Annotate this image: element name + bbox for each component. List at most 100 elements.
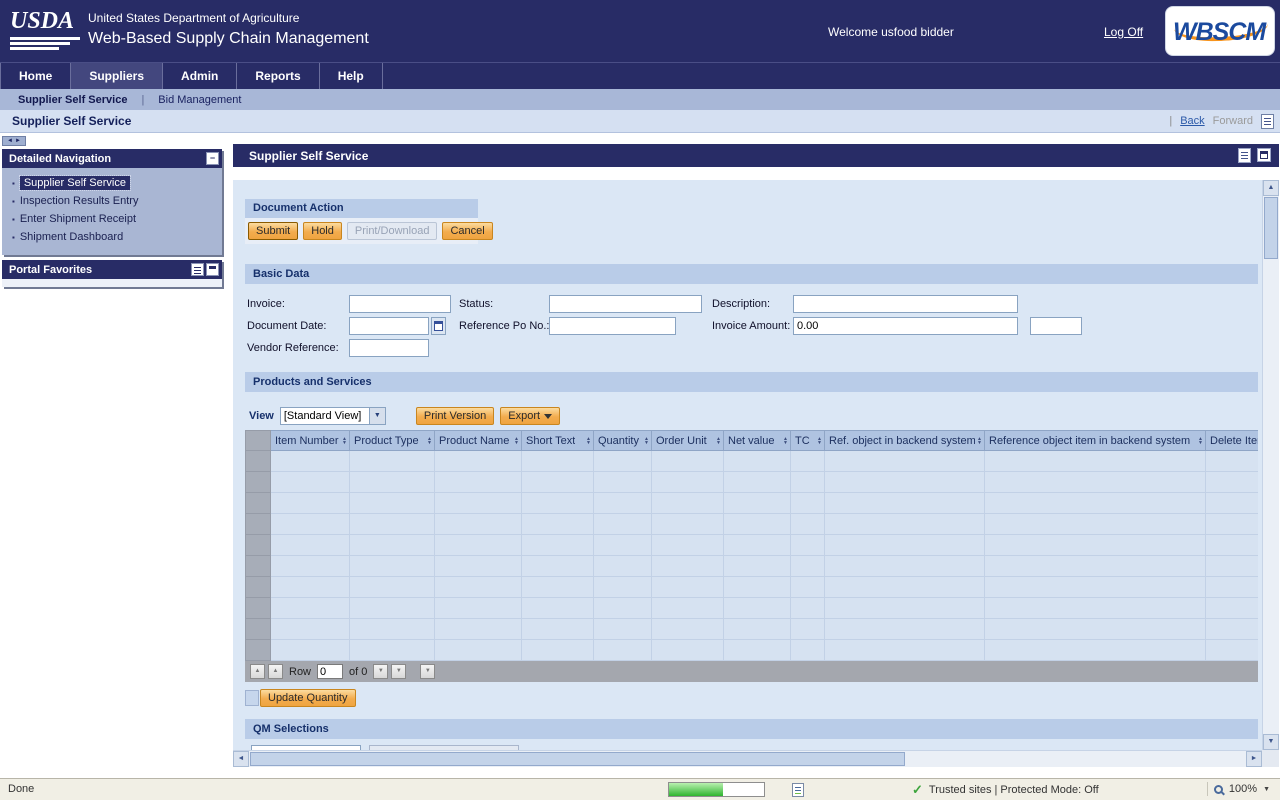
subnav-bid-management[interactable]: Bid Management [158,94,241,106]
content-header-bar: Supplier Self Service [233,144,1279,167]
invoice-input[interactable] [349,295,451,313]
status-page-icon[interactable] [792,783,804,797]
scroll-down-icon[interactable]: ▼ [1263,734,1279,750]
column-header-delete-item[interactable]: Delete Item [1206,431,1259,451]
column-header-item-number[interactable]: Item Number [271,431,350,451]
tab-help[interactable]: Help [320,63,383,90]
tab-admin[interactable]: Admin [163,63,237,90]
minimize-panel-icon[interactable] [206,263,219,276]
back-link[interactable]: Back [1180,115,1204,127]
minimize-panel-icon[interactable]: − [206,152,219,165]
submit-button[interactable]: Submit [248,222,298,240]
vertical-scrollbar[interactable]: ▲ ▼ [1262,180,1279,750]
column-header-product-type[interactable]: Product Type [350,431,435,451]
sidebar-collapse-control[interactable]: ◄ ► [2,136,26,146]
print-version-button[interactable]: Print Version [416,407,494,425]
horizontal-scrollbar[interactable]: ◄ ► [233,750,1262,767]
sort-icon[interactable] [644,437,649,445]
status-input[interactable] [549,295,702,313]
pager-next-button[interactable]: ▼ [373,664,388,679]
pager-last-button[interactable]: ▼ [391,664,406,679]
table-cell [594,535,652,556]
history-controls: | Back Forward [1169,114,1274,129]
currency-input[interactable] [1030,317,1082,335]
horizontal-scroll-thumb[interactable] [250,752,905,766]
vertical-scroll-thumb[interactable] [1264,197,1278,259]
scroll-up-icon[interactable]: ▲ [1263,180,1279,196]
maximize-icon[interactable] [1257,148,1271,162]
table-cell [652,619,724,640]
browser-status-bar: Done ✓ Trusted sites | Protected Mode: O… [0,778,1280,800]
page-body: ◄ ► Detailed Navigation − ▪ Supplier Sel… [0,133,1280,778]
column-label: TC [795,435,810,447]
column-header-net-value[interactable]: Net value [724,431,791,451]
subnav-supplier-self-service[interactable]: Supplier Self Service [18,94,127,106]
security-zone[interactable]: ✓ Trusted sites | Protected Mode: Off [912,782,1099,798]
pager-first-button[interactable]: ▲ [250,664,265,679]
iview-options-icon[interactable] [1238,148,1251,163]
pager-end-button[interactable]: ▼ [420,664,435,679]
row-selector-header [246,431,271,451]
main-content: Supplier Self Service Document Action Su… [232,133,1280,778]
tab-suppliers[interactable]: Suppliers [71,63,163,90]
column-header-product-name[interactable]: Product Name [435,431,522,451]
pager-prev-button[interactable]: ▲ [268,664,283,679]
table-cell [271,451,350,472]
nav-item-shipment-dashboard[interactable]: ▪ Shipment Dashboard [8,228,218,246]
nav-item-inspection-results-entry[interactable]: ▪ Inspection Results Entry [8,192,218,210]
table-cell [985,577,1206,598]
products-services-header: Products and Services [245,372,1258,392]
column-header-ref-object[interactable]: Ref. object in backend system [825,431,985,451]
history-menu-icon[interactable] [1261,114,1274,129]
pager-row-input[interactable] [317,664,343,679]
scroll-left-icon[interactable]: ◄ [233,751,249,767]
cancel-button[interactable]: Cancel [442,222,492,240]
sort-icon[interactable] [817,437,822,445]
scroll-right-icon[interactable]: ► [1246,751,1262,767]
column-header-quantity[interactable]: Quantity [594,431,652,451]
reference-po-input[interactable] [549,317,676,335]
table-cell [350,577,435,598]
document-action-header: Document Action [245,199,478,218]
calendar-icon[interactable] [431,317,446,335]
tab-reports[interactable]: Reports [237,63,319,90]
invoice-amount-input[interactable] [793,317,1018,335]
document-date-input[interactable] [349,317,429,335]
usda-logo-stripes [10,37,80,50]
table-cell [594,451,652,472]
column-header-reference-object-item[interactable]: Reference object item in backend system [985,431,1206,451]
sort-icon[interactable] [783,437,788,445]
column-header-order-unit[interactable]: Order Unit [652,431,724,451]
sort-icon[interactable] [1198,437,1203,445]
column-header-tc[interactable]: TC [791,431,825,451]
description-input[interactable] [793,295,1018,313]
export-button[interactable]: Export [500,407,560,425]
table-cell [522,577,594,598]
sort-icon[interactable] [716,437,721,445]
update-quantity-button[interactable]: Update Quantity [260,689,356,707]
nav-item-enter-shipment-receipt[interactable]: ▪ Enter Shipment Receipt [8,210,218,228]
table-cell [594,514,652,535]
column-header-short-text[interactable]: Short Text [522,431,594,451]
table-cell [350,451,435,472]
table-cell [594,556,652,577]
view-select[interactable]: [Standard View] ▼ [280,407,386,425]
zoom-control[interactable]: 100% ▼ [1207,782,1270,796]
sort-icon[interactable] [342,437,347,445]
favorites-menu-icon[interactable] [191,263,204,276]
sort-icon[interactable] [514,437,519,445]
vendor-reference-input[interactable] [349,339,429,357]
table-row [246,514,1259,535]
sort-icon[interactable] [586,437,591,445]
forward-link[interactable]: Forward [1213,115,1253,127]
hold-button[interactable]: Hold [303,222,342,240]
tab-home[interactable]: Home [0,63,71,90]
log-off-link[interactable]: Log Off [1104,25,1143,39]
table-cell [724,640,791,661]
sort-icon[interactable] [427,437,432,445]
wbscm-application: USDA United States Department of Agricul… [0,0,1280,800]
nav-item-supplier-self-service[interactable]: ▪ Supplier Self Service [8,174,218,192]
chevron-down-icon[interactable]: ▼ [369,408,385,424]
sort-icon[interactable] [977,437,982,445]
document-date-label: Document Date: [247,317,326,335]
